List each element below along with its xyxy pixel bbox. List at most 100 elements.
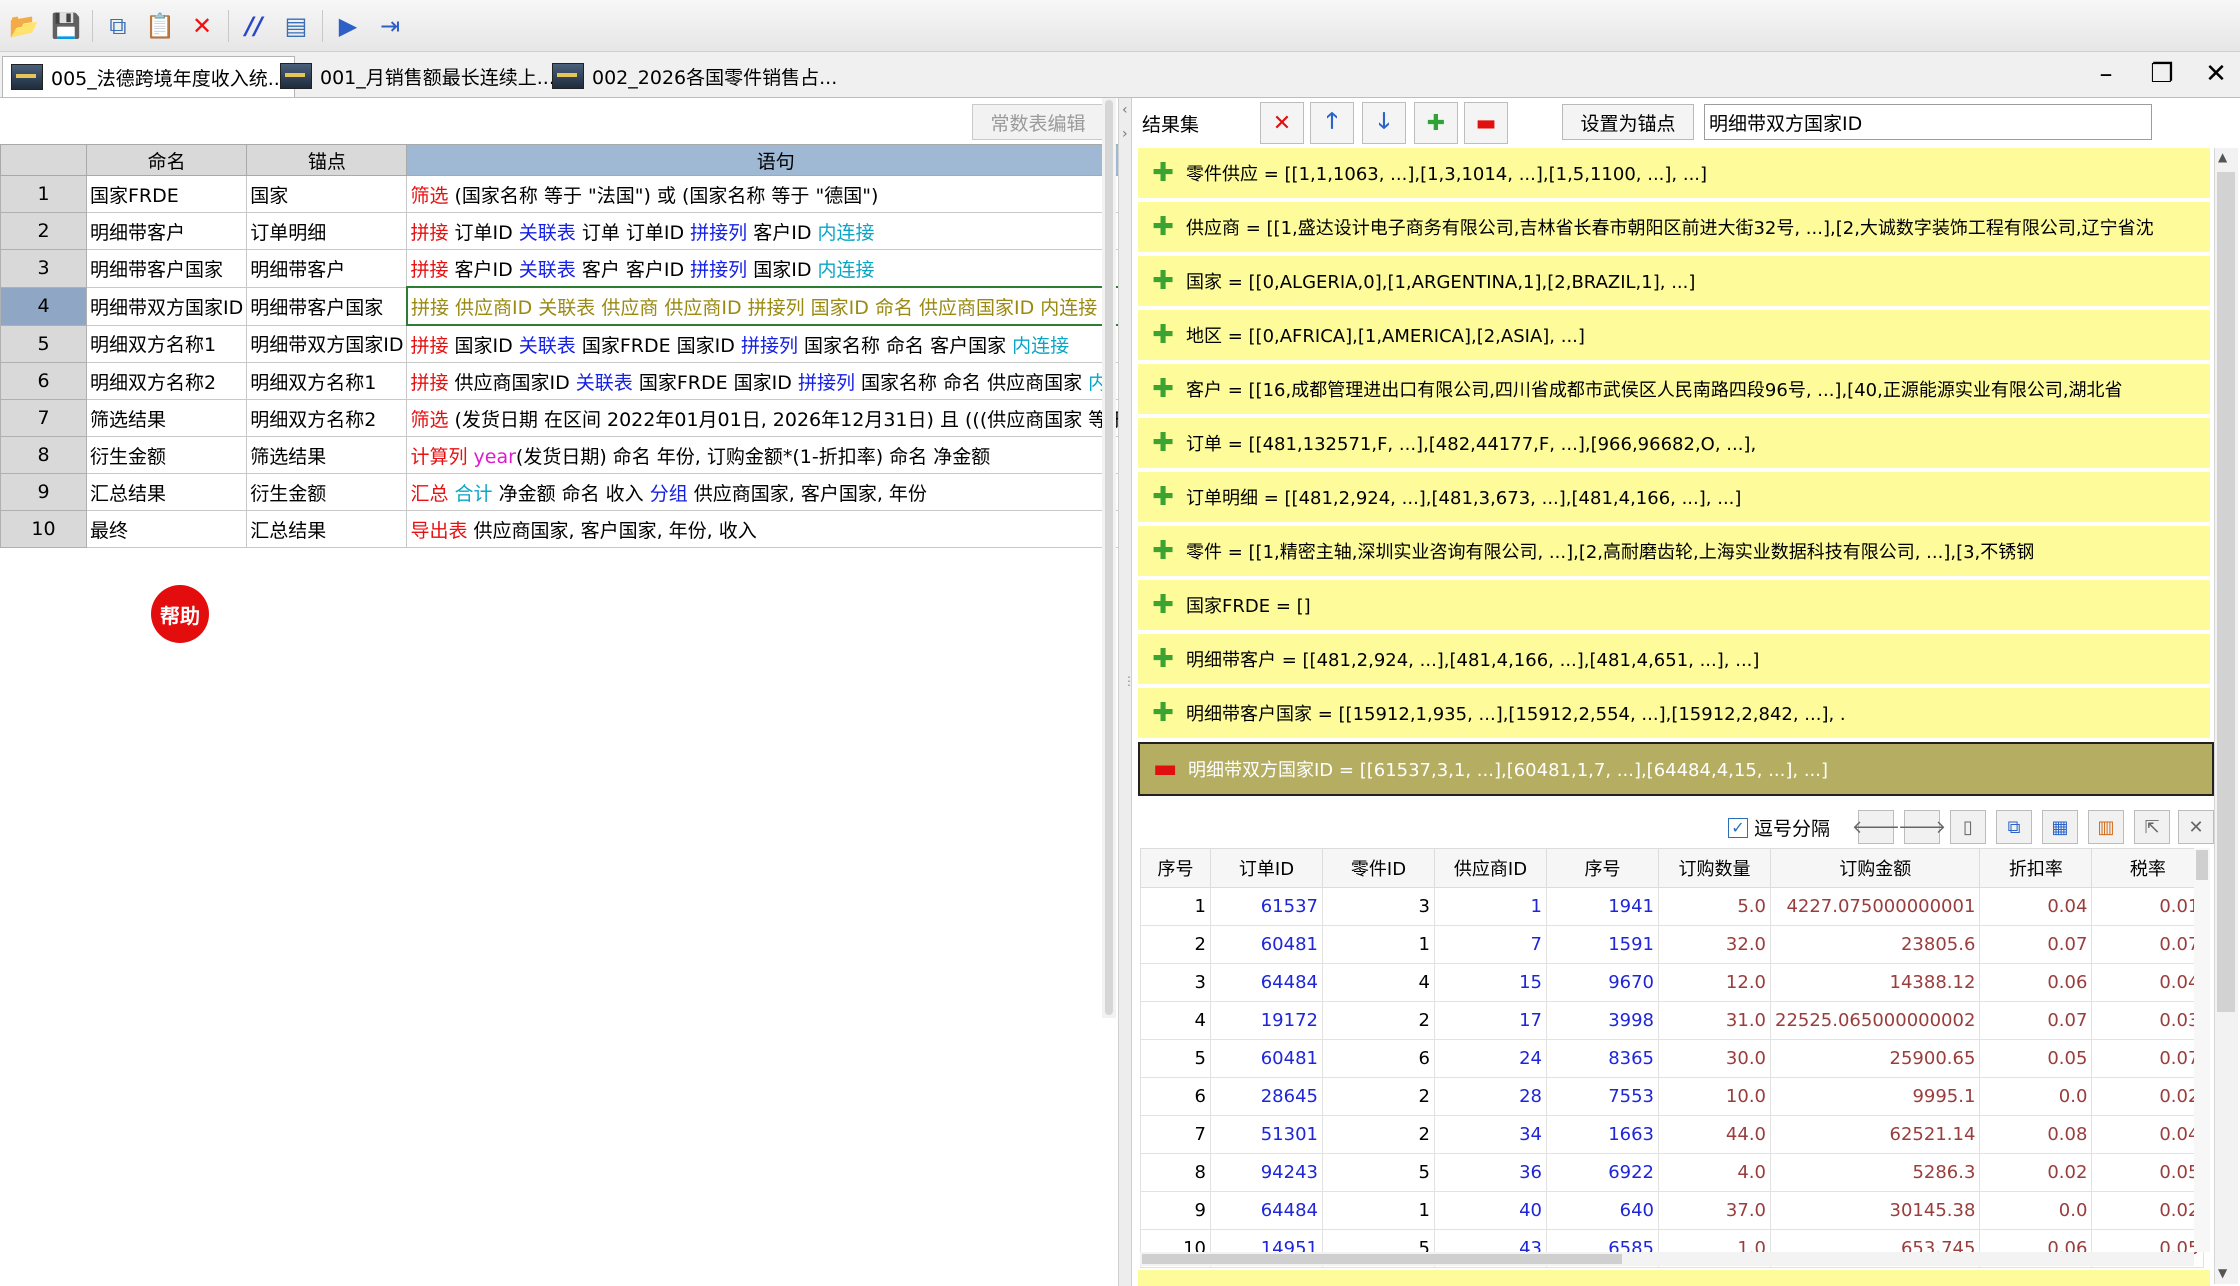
data-cell[interactable]: 44.0 bbox=[1658, 1115, 1771, 1154]
data-cell[interactable]: 0.07 bbox=[2091, 925, 2205, 964]
data-cell[interactable]: 62521.14 bbox=[1769, 1115, 1981, 1154]
data-cell[interactable]: 1 bbox=[1322, 925, 1435, 964]
data-cell[interactable]: 4 bbox=[1322, 963, 1435, 1002]
resultset-item[interactable]: ✚ 供应商 = [[1,盛达设计电子商务有限公司,吉林省长春市朝阳区前进大街32号… bbox=[1138, 202, 2210, 254]
row-number[interactable]: 9 bbox=[0, 473, 87, 511]
data-row[interactable]: 4 19172 2 17 3998 31.0 22525.065000000002 0.07 0… bbox=[1140, 1001, 2205, 1040]
move-up-icon[interactable]: 🡑 bbox=[1310, 102, 1354, 144]
expand-item-icon[interactable]: ✚ bbox=[1152, 374, 1174, 404]
resultset-item[interactable]: ✚ 国家FRDE = [] bbox=[1138, 580, 2210, 632]
close-button[interactable]: ✕ bbox=[2196, 56, 2236, 92]
resultset-item[interactable]: ✚ 零件 = [[1,精密主轴,深圳实业咨询有限公司, ...],[2,高耐磨齿轮… bbox=[1138, 526, 2210, 578]
set-anchor-button[interactable]: 设置为锚点 bbox=[1562, 104, 1694, 140]
data-cell[interactable]: 25900.65 bbox=[1769, 1039, 1981, 1078]
data-cell[interactable]: 61537 bbox=[1210, 887, 1323, 926]
collapse-left-icon[interactable]: ‹ bbox=[1122, 102, 1128, 118]
data-cell[interactable]: 28 bbox=[1434, 1077, 1547, 1116]
prev-page-icon[interactable]: 🡐 bbox=[1852, 810, 1900, 844]
anchor-cell[interactable]: 明细带客户 bbox=[246, 249, 408, 288]
data-cell[interactable]: 0.01 bbox=[2091, 887, 2205, 926]
data-cell[interactable]: 17 bbox=[1434, 1001, 1547, 1040]
data-cell[interactable]: 0.07 bbox=[1979, 925, 2093, 964]
script-row[interactable]: 8 衍生金额 筛选结果 计算列 year(发货日期) 命名 年份, 订购金额*(1-折… bbox=[0, 436, 1146, 474]
resultset-item[interactable]: ✚ 明细带客户 = [[481,2,924, ...],[481,4,166, .… bbox=[1138, 634, 2210, 686]
anchor-name-field[interactable] bbox=[1704, 104, 2152, 140]
name-cell[interactable]: 国家FRDE bbox=[85, 175, 248, 213]
data-cell[interactable]: 4227.075000000001 bbox=[1769, 887, 1981, 926]
data-cell[interactable]: 40 bbox=[1434, 1191, 1547, 1230]
statement-cell[interactable]: 筛选 (国家名称 等于 "法国") 或 (国家名称 等于 "德国") bbox=[406, 175, 1146, 213]
statement-cell[interactable]: 拼接 供应商ID 关联表 供应商 供应商ID 拼接列 国家ID 命名 供应商国家… bbox=[405, 286, 1146, 326]
data-row[interactable]: 8 94243 5 36 6922 4.0 5286.3 0.02 0.05 bbox=[1140, 1153, 2205, 1192]
data-cell[interactable]: 2 bbox=[1322, 1077, 1435, 1116]
run-step-icon[interactable]: ⇥ bbox=[374, 10, 406, 42]
data-cell[interactable]: 60481 bbox=[1210, 1039, 1323, 1078]
data-cell[interactable]: 0.07 bbox=[1979, 1001, 2093, 1040]
row-number[interactable]: 3 bbox=[0, 249, 87, 288]
row-number[interactable]: 1 bbox=[0, 175, 87, 213]
data-cell[interactable]: 30.0 bbox=[1658, 1039, 1771, 1078]
resultset-item[interactable]: ✚ 明细带客户国家 = [[15912,1,935, ...],[15912,2,… bbox=[1138, 688, 2210, 740]
data-cell[interactable]: 0.04 bbox=[2091, 1115, 2205, 1154]
data-column-header[interactable]: 订购金额 bbox=[1769, 848, 1981, 888]
checkbox-checked-icon[interactable]: ✓ bbox=[1728, 817, 1748, 838]
tab-005[interactable]: 005_法德跨境年度收入统... bbox=[2, 56, 295, 97]
collapse-right-icon[interactable]: › bbox=[1122, 126, 1128, 142]
help-button[interactable]: 帮助 bbox=[151, 585, 209, 643]
name-cell[interactable]: 明细带双方国家ID bbox=[85, 286, 248, 326]
clear-icon[interactable]: ✕ bbox=[2178, 810, 2214, 844]
data-cell[interactable]: 8 bbox=[1140, 1153, 1211, 1192]
data-cell[interactable]: 3998 bbox=[1546, 1001, 1659, 1040]
resultset-item[interactable]: ▬ 明细带双方国家ID = [[61537,3,1, ...],[60481,1,… bbox=[1138, 742, 2214, 796]
comma-separator-checkbox[interactable]: ✓ 逗号分隔 bbox=[1728, 814, 1830, 841]
data-cell[interactable]: 19172 bbox=[1210, 1001, 1323, 1040]
data-cell[interactable]: 94243 bbox=[1210, 1153, 1323, 1192]
data-cell[interactable]: 5.0 bbox=[1658, 887, 1771, 926]
edit-form-icon[interactable]: ▤ bbox=[280, 10, 312, 42]
data-cell[interactable]: 9 bbox=[1140, 1191, 1211, 1230]
data-cell[interactable]: 1 bbox=[1322, 1191, 1435, 1230]
data-column-header[interactable]: 税率 bbox=[2091, 848, 2205, 888]
resultset-item[interactable]: ✚ 地区 = [[0,AFRICA],[1,AMERICA],[2,ASIA], … bbox=[1138, 310, 2210, 362]
data-cell[interactable]: 4.0 bbox=[1658, 1153, 1771, 1192]
expand-item-icon[interactable]: ✚ bbox=[1152, 266, 1174, 296]
data-cell[interactable]: 24 bbox=[1434, 1039, 1547, 1078]
data-row[interactable]: 7 51301 2 34 1663 44.0 62521.14 0.08 0.04 bbox=[1140, 1115, 2205, 1154]
data-cell[interactable]: 1941 bbox=[1546, 887, 1659, 926]
data-cell[interactable]: 2 bbox=[1322, 1115, 1435, 1154]
data-cell[interactable]: 0.02 bbox=[2091, 1191, 2205, 1230]
data-cell[interactable]: 3 bbox=[1322, 887, 1435, 926]
data-cell[interactable]: 64484 bbox=[1210, 963, 1323, 1002]
name-cell[interactable]: 明细双方名称1 bbox=[85, 324, 248, 363]
resultset-item[interactable]: ✚ 订单明细 = [[481,2,924, ...],[481,3,673, ..… bbox=[1138, 472, 2210, 524]
statement-cell[interactable]: 拼接 客户ID 关联表 客户 客户ID 拼接列 国家ID 内连接 bbox=[406, 249, 1146, 288]
name-cell[interactable]: 明细带客户 bbox=[85, 212, 248, 250]
data-cell[interactable]: 3 bbox=[1140, 963, 1211, 1002]
data-cell[interactable]: 0.04 bbox=[1979, 887, 2093, 926]
statement-cell[interactable]: 拼接 国家ID 关联表 国家FRDE 国家ID 拼接列 国家名称 命名 客户国家… bbox=[406, 324, 1146, 363]
statement-cell[interactable]: 计算列 year(发货日期) 命名 年份, 订购金额*(1-折扣率) 命名 净金… bbox=[406, 436, 1146, 474]
data-row[interactable]: 1 61537 3 1 1941 5.0 4227.075000000001 0.04 0.01 bbox=[1140, 887, 2205, 926]
resultset-item[interactable]: ✚ 国家 = [[0,ALGERIA,0],[1,ARGENTINA,1],[2,… bbox=[1138, 256, 2210, 308]
collapse-item-icon[interactable]: ▬ bbox=[1153, 754, 1178, 784]
name-cell[interactable]: 明细双方名称2 bbox=[85, 362, 248, 400]
data-cell[interactable]: 1 bbox=[1140, 887, 1211, 926]
expand-item-icon[interactable]: ✚ bbox=[1152, 644, 1174, 674]
data-row[interactable]: 9 64484 1 40 640 37.0 30145.38 0.0 0.02 bbox=[1140, 1191, 2205, 1230]
save-icon[interactable]: 💾 bbox=[50, 10, 82, 42]
data-cell[interactable]: 6922 bbox=[1546, 1153, 1659, 1192]
anchor-cell[interactable]: 明细带双方国家ID bbox=[246, 324, 408, 363]
anchor-cell[interactable]: 明细双方名称2 bbox=[246, 399, 408, 437]
name-cell[interactable]: 最终 bbox=[85, 510, 248, 548]
data-cell[interactable]: 0.0 bbox=[1979, 1077, 2093, 1116]
data-cell[interactable]: 60481 bbox=[1210, 925, 1323, 964]
data-cell[interactable]: 0.08 bbox=[1979, 1115, 2093, 1154]
copy-data-icon[interactable]: ⧉ bbox=[1996, 810, 2032, 844]
data-cell[interactable]: 1663 bbox=[1546, 1115, 1659, 1154]
data-scroll-thumb[interactable] bbox=[2196, 850, 2208, 880]
right-scroll-thumb[interactable] bbox=[2217, 172, 2235, 1012]
name-cell[interactable]: 衍生金额 bbox=[85, 436, 248, 474]
data-cell[interactable]: 2 bbox=[1322, 1001, 1435, 1040]
resultset-item[interactable]: ✚ 客户 = [[16,成都管理进出口有限公司,四川省成都市武侯区人民南路四段96… bbox=[1138, 364, 2210, 416]
statement-cell[interactable]: 筛选 (发货日期 在区间 2022年01月01日, 2026年12月31日) 且… bbox=[406, 399, 1146, 437]
